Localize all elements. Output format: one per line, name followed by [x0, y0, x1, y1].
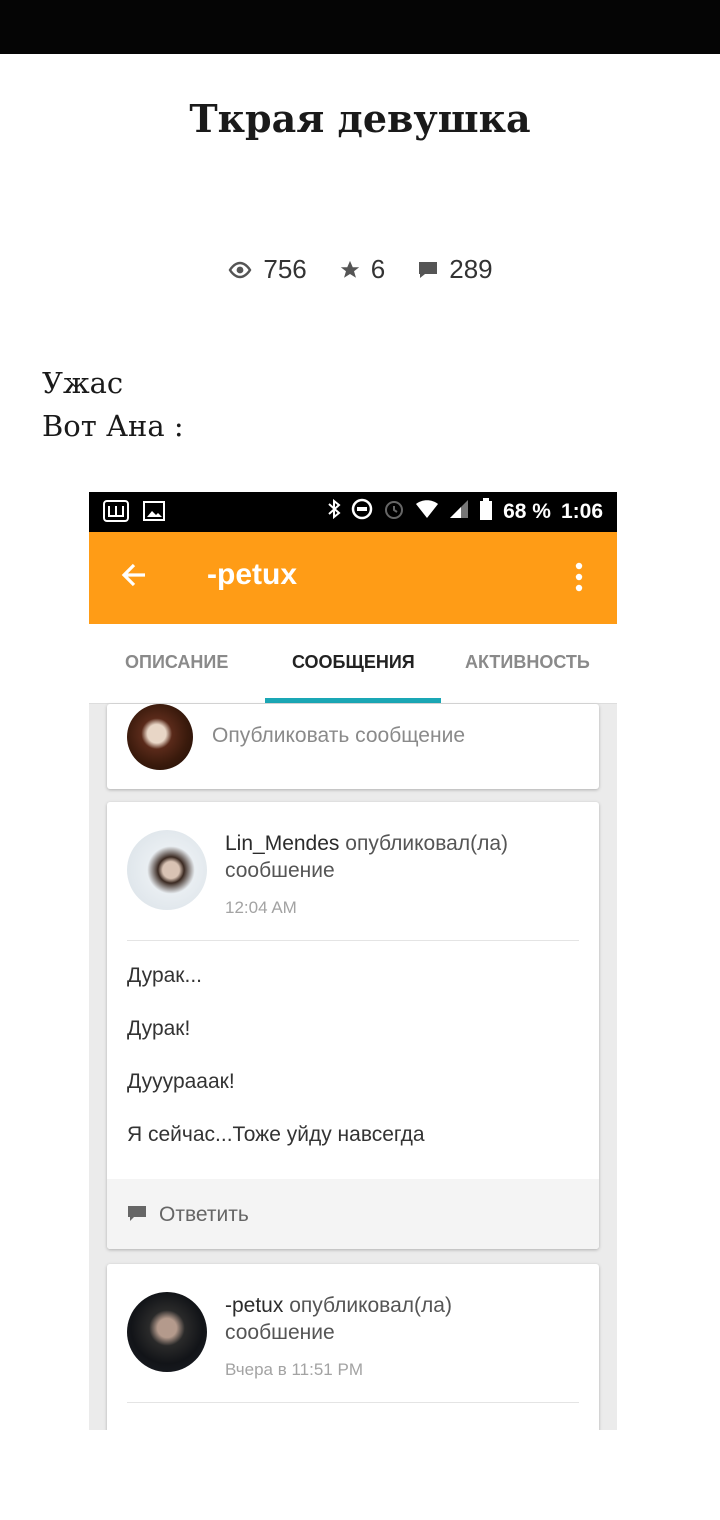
stars-count: 6 [370, 254, 386, 284]
avatar [127, 704, 193, 770]
compose-placeholder[interactable]: Опубликовать сообщение [212, 724, 465, 748]
tab-messages[interactable]: СООБЩЕНИЯ [292, 652, 415, 673]
app-bar: -petux [89, 532, 617, 624]
tab-activity[interactable]: АКТИВНОСТЬ [465, 652, 590, 673]
comments-count: 289 [449, 254, 493, 284]
wifi-icon [415, 499, 439, 525]
views-count: 756 [263, 254, 307, 284]
top-black-bar [0, 0, 720, 54]
page-title: Ткрая девушка [189, 96, 531, 141]
reply-icon [127, 1205, 147, 1228]
message-line: Дурак! [127, 1017, 191, 1040]
message-text: Дурак... Дурак! Дууурааак! Я сейчас...То… [127, 964, 425, 1176]
avatar[interactable] [127, 1292, 207, 1372]
views-stat: 756 [227, 254, 307, 285]
message-card: Lin_Mendes опубликовал(ла) сообшение 12:… [107, 802, 599, 1249]
author-name[interactable]: Lin_Mendes [225, 832, 339, 855]
active-tab-indicator [265, 698, 441, 703]
back-arrow-icon[interactable] [119, 560, 149, 595]
more-options-icon[interactable] [575, 562, 583, 597]
eye-icon [227, 261, 253, 279]
phone-status-bar: 68 % 1:06 [89, 492, 617, 532]
do-not-disturb-icon [351, 498, 373, 526]
bluetooth-icon [327, 498, 341, 526]
tab-description[interactable]: ОПИСАНИЕ [125, 652, 228, 673]
divider [127, 940, 579, 941]
app-notification-icon [103, 500, 129, 527]
reply-button[interactable]: Ответить [107, 1179, 599, 1249]
body-line: Ужас [42, 366, 124, 400]
body-line: Вот Ана : [42, 409, 184, 443]
reply-label: Ответить [159, 1203, 249, 1226]
signal-icon [449, 499, 469, 525]
comments-stat: 289 [417, 254, 493, 285]
tab-bar: ОПИСАНИЕ СООБЩЕНИЯ АКТИВНОСТЬ [89, 624, 617, 704]
alarm-icon [383, 498, 405, 526]
message-line: Дурак... [127, 964, 202, 987]
battery-percent: 68 % [503, 500, 551, 523]
clock: 1:06 [560, 500, 603, 523]
author-name[interactable]: -petux [225, 1294, 283, 1317]
divider [127, 1402, 579, 1403]
message-time: 12:04 AM [225, 898, 297, 917]
avatar[interactable] [127, 830, 207, 910]
chat-title: -petux [207, 558, 297, 591]
stats-row: 756 6 289 [0, 254, 720, 285]
message-header: Lin_Mendes опубликовал(ла) сообшение [225, 830, 565, 884]
message-card: -petux опубликовал(ла) сообшение Вчера в… [107, 1264, 599, 1430]
embedded-screenshot: 68 % 1:06 -petux ОПИСАНИЕ СООБЩЕНИЯ АКТИ… [89, 492, 617, 1430]
message-line: Я сейчас...Тоже уйду навсегда [127, 1123, 425, 1146]
post-body: Ужас Вот Ана : [42, 362, 184, 448]
compose-card[interactable]: Опубликовать сообщение [107, 704, 599, 789]
star-icon [339, 259, 361, 281]
message-time: Вчера в 11:51 PM [225, 1360, 363, 1379]
stars-stat: 6 [339, 254, 385, 285]
message-line: Дууурааак! [127, 1070, 235, 1093]
message-header: -petux опубликовал(ла) сообшение [225, 1292, 565, 1346]
image-notification-icon [143, 500, 165, 527]
battery-icon [479, 498, 493, 526]
comment-icon [417, 260, 439, 280]
